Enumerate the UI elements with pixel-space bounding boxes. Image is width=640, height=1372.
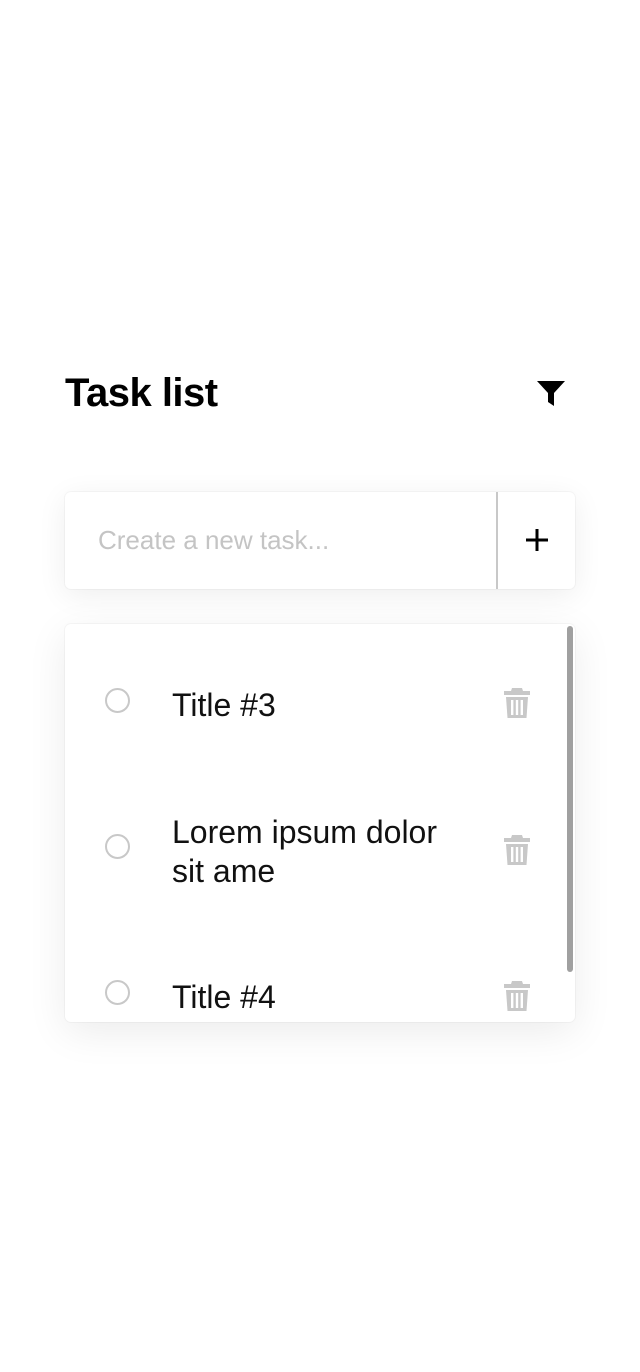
- task-list-panel[interactable]: Title #3 Lorem ipsum dolor sit ame Title…: [65, 624, 575, 1022]
- new-task-input[interactable]: [65, 492, 496, 589]
- delete-task-button[interactable]: [503, 687, 531, 719]
- app: Task list Title #3: [0, 0, 640, 1372]
- task-title: Lorem ipsum dolor sit ame: [172, 814, 437, 889]
- new-task-form: [65, 492, 575, 589]
- trash-icon: [504, 981, 530, 1011]
- header: Task list: [65, 365, 575, 421]
- delete-task-button[interactable]: [503, 834, 531, 866]
- page-title: Task list: [65, 371, 218, 415]
- delete-task-button[interactable]: [503, 980, 531, 1012]
- add-task-button[interactable]: [496, 492, 575, 589]
- task-title: Title #4: [172, 979, 276, 1015]
- trash-icon: [504, 688, 530, 718]
- filter-button[interactable]: [535, 377, 567, 409]
- plus-icon: [526, 529, 548, 551]
- filter-icon: [537, 381, 565, 406]
- trash-icon: [504, 835, 530, 865]
- task-title: Title #3: [172, 687, 276, 723]
- task-complete-checkbox[interactable]: [105, 834, 130, 859]
- task-complete-checkbox[interactable]: [105, 688, 130, 713]
- task-complete-checkbox[interactable]: [105, 980, 130, 1005]
- list-scrollbar[interactable]: [567, 626, 573, 972]
